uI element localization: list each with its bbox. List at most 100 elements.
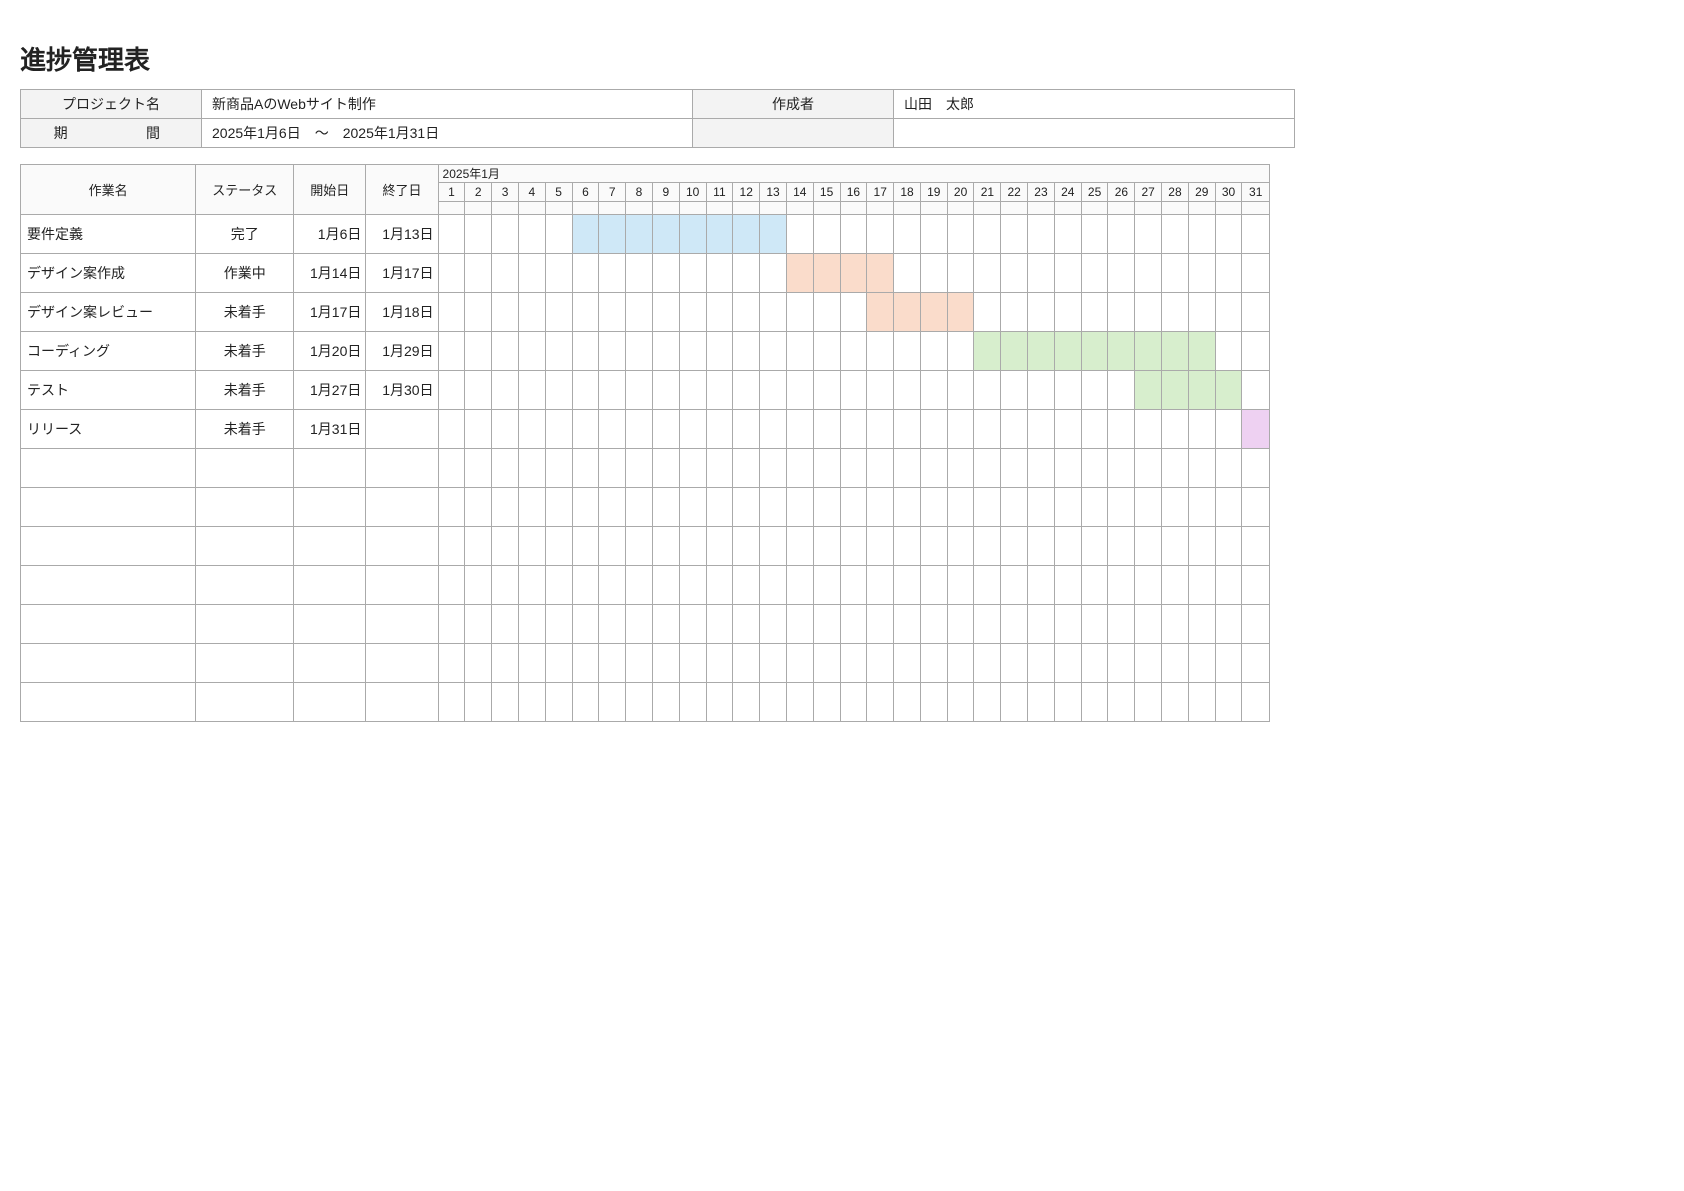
- gantt-table: 作業名 ステータス 開始日 終了日 2025年1月 12345678910111…: [20, 164, 1270, 722]
- gantt-cell: [626, 449, 653, 488]
- gantt-cell: [1028, 683, 1055, 722]
- gantt-cell: [1001, 605, 1028, 644]
- gantt-cell: [1242, 371, 1270, 410]
- gantt-cell: [1242, 605, 1270, 644]
- gantt-cell: [786, 644, 813, 683]
- gantt-cell: [1215, 215, 1242, 254]
- gantt-cell: [1135, 488, 1162, 527]
- gantt-cell: [894, 644, 921, 683]
- gantt-cell: [1001, 371, 1028, 410]
- task-start: [294, 527, 366, 566]
- gantt-cell: [920, 254, 947, 293]
- gantt-cell: [599, 371, 626, 410]
- gantt-cell: [438, 488, 465, 527]
- gantt-cell: [572, 254, 599, 293]
- gantt-cell: [813, 644, 840, 683]
- gantt-cell: [813, 254, 840, 293]
- gantt-cell: [652, 449, 679, 488]
- gantt-cell: [1001, 683, 1028, 722]
- blank-head: [1001, 202, 1028, 215]
- gantt-cell: [1054, 566, 1081, 605]
- blank-head: [920, 202, 947, 215]
- gantt-cell: [894, 566, 921, 605]
- gantt-cell: [894, 410, 921, 449]
- gantt-cell: [492, 449, 519, 488]
- gantt-cell: [652, 527, 679, 566]
- gantt-cell: [599, 683, 626, 722]
- gantt-cell: [545, 293, 572, 332]
- table-row: デザイン案作成作業中1月14日1月17日: [21, 254, 1270, 293]
- task-start: 1月17日: [294, 293, 366, 332]
- gantt-cell: [545, 566, 572, 605]
- gantt-cell: [1054, 527, 1081, 566]
- gantt-cell: [1108, 371, 1135, 410]
- gantt-cell: [840, 332, 867, 371]
- table-row: リリース未着手1月31日: [21, 410, 1270, 449]
- gantt-cell: [1028, 254, 1055, 293]
- gantt-cell: [1188, 293, 1215, 332]
- task-end: [366, 605, 438, 644]
- gantt-cell: [1188, 332, 1215, 371]
- gantt-cell: [1135, 527, 1162, 566]
- gantt-cell: [840, 488, 867, 527]
- gantt-cell: [1054, 371, 1081, 410]
- gantt-cell: [1215, 332, 1242, 371]
- gantt-cell: [599, 488, 626, 527]
- gantt-cell: [1081, 293, 1108, 332]
- task-name: デザイン案レビュー: [21, 293, 196, 332]
- header-month: 2025年1月: [438, 165, 1269, 183]
- table-row: デザイン案レビュー未着手1月17日1月18日: [21, 293, 1270, 332]
- blank-head: [894, 202, 921, 215]
- gantt-cell: [626, 605, 653, 644]
- gantt-cell: [465, 644, 492, 683]
- blank-head: [545, 202, 572, 215]
- gantt-cell: [518, 215, 545, 254]
- gantt-cell: [652, 644, 679, 683]
- gantt-cell: [813, 605, 840, 644]
- gantt-cell: [1108, 215, 1135, 254]
- day-header-14: 14: [786, 183, 813, 202]
- gantt-cell: [679, 293, 706, 332]
- gantt-cell: [599, 332, 626, 371]
- gantt-cell: [1135, 293, 1162, 332]
- task-start: [294, 644, 366, 683]
- gantt-cell: [1108, 293, 1135, 332]
- table-row: [21, 683, 1270, 722]
- gantt-cell: [760, 410, 787, 449]
- blank-head: [1054, 202, 1081, 215]
- gantt-cell: [1081, 410, 1108, 449]
- gantt-cell: [894, 293, 921, 332]
- gantt-cell: [518, 566, 545, 605]
- gantt-cell: [1215, 566, 1242, 605]
- gantt-cell: [840, 527, 867, 566]
- gantt-cell: [920, 566, 947, 605]
- gantt-cell: [1028, 371, 1055, 410]
- author-value: 山田 太郎: [894, 90, 1295, 119]
- gantt-cell: [679, 449, 706, 488]
- gantt-cell: [974, 644, 1001, 683]
- gantt-cell: [492, 605, 519, 644]
- gantt-cell: [1215, 683, 1242, 722]
- gantt-cell: [813, 488, 840, 527]
- task-name: [21, 605, 196, 644]
- gantt-cell: [518, 644, 545, 683]
- gantt-cell: [813, 527, 840, 566]
- gantt-cell: [1242, 332, 1270, 371]
- gantt-cell: [1135, 566, 1162, 605]
- gantt-cell: [1215, 410, 1242, 449]
- gantt-cell: [974, 332, 1001, 371]
- task-start: [294, 683, 366, 722]
- gantt-cell: [572, 605, 599, 644]
- gantt-cell: [679, 644, 706, 683]
- gantt-cell: [786, 410, 813, 449]
- gantt-cell: [1108, 683, 1135, 722]
- gantt-cell: [867, 215, 894, 254]
- blank-head: [974, 202, 1001, 215]
- day-header-19: 19: [920, 183, 947, 202]
- gantt-cell: [867, 293, 894, 332]
- gantt-cell: [760, 371, 787, 410]
- task-status: 完了: [196, 215, 294, 254]
- gantt-cell: [974, 683, 1001, 722]
- gantt-cell: [1081, 527, 1108, 566]
- day-header-29: 29: [1188, 183, 1215, 202]
